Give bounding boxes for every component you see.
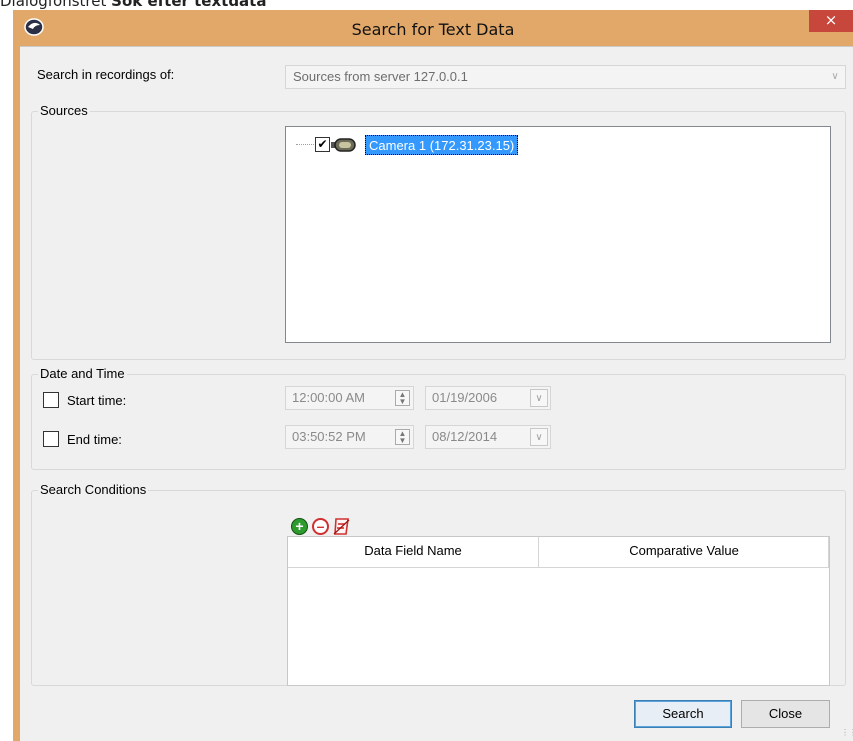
start-date-picker[interactable]: 01/19/2006 ∨: [425, 386, 551, 410]
search-in-label: Search in recordings of:: [37, 67, 175, 82]
close-button[interactable]: Close: [741, 700, 830, 728]
end-time-checkbox[interactable]: [43, 431, 59, 447]
end-time-value: 03:50:52 PM: [292, 429, 366, 444]
start-time-spinner[interactable]: ▲ ▼: [395, 390, 410, 406]
end-time-input[interactable]: 03:50:52 PM ▲ ▼: [285, 425, 414, 449]
tree-item-camera-1-label: Camera 1 (172.31.23.15): [369, 138, 515, 153]
window-title: Search for Text Data: [351, 20, 515, 39]
start-time-label: Start time:: [67, 393, 127, 408]
search-in-value: Sources from server 127.0.0.1: [293, 69, 468, 84]
close-window-button[interactable]: ×: [809, 10, 853, 32]
remove-condition-icon[interactable]: –: [312, 518, 329, 535]
date-time-group-title: Date and Time: [38, 366, 127, 381]
tree-item-camera-1[interactable]: Camera 1 (172.31.23.15): [365, 135, 519, 155]
start-date-dropdown-button[interactable]: ∨: [530, 389, 548, 407]
checkmark-icon: ✔: [317, 137, 328, 151]
column-header-comparative-value[interactable]: Comparative Value: [540, 537, 829, 567]
chevron-down-icon: ∨: [535, 393, 543, 404]
end-date-value: 08/12/2014: [432, 429, 498, 444]
search-in-dropdown[interactable]: Sources from server 127.0.0.1 ∨: [285, 65, 846, 89]
title-bar[interactable]: Search for Text Data ×: [13, 10, 853, 46]
chevron-down-icon: ∨: [535, 432, 543, 443]
tree-connector-line: [296, 144, 314, 145]
spinner-arrows-icon: ▲ ▼: [398, 429, 407, 445]
camera-1-checkbox[interactable]: ✔: [315, 137, 330, 152]
end-time-label: End time:: [67, 432, 122, 447]
resize-grip-icon[interactable]: ⋮⋮: [841, 729, 853, 740]
start-time-checkbox[interactable]: [43, 392, 59, 408]
end-date-picker[interactable]: 08/12/2014 ∨: [425, 425, 551, 449]
chevron-down-icon: ∨: [831, 71, 839, 82]
start-date-value: 01/19/2006: [432, 390, 498, 405]
close-icon: ×: [824, 11, 838, 29]
clear-conditions-icon[interactable]: [333, 517, 351, 536]
search-text-data-dialog: Search for Text Data × Search in recordi…: [13, 10, 853, 741]
column-header-data-field-name[interactable]: Data Field Name: [288, 537, 539, 567]
start-time-value: 12:00:00 AM: [292, 390, 365, 405]
page-caption-prefix: Dialogfönstret: [0, 0, 112, 10]
conditions-grid[interactable]: Data Field Name Comparative Value: [287, 536, 830, 686]
end-date-dropdown-button[interactable]: ∨: [530, 428, 548, 446]
camera-icon: [331, 138, 356, 152]
sources-group-title: Sources: [38, 103, 90, 118]
spinner-arrows-icon: ▲ ▼: [398, 390, 407, 406]
search-conditions-group-title: Search Conditions: [38, 482, 149, 497]
page-caption-bold: Sök efter textdata: [111, 0, 267, 10]
add-condition-icon[interactable]: +: [291, 518, 308, 535]
dialog-body: Search in recordings of: Sources from se…: [20, 46, 853, 741]
start-time-input[interactable]: 12:00:00 AM ▲ ▼: [285, 386, 414, 410]
end-time-spinner[interactable]: ▲ ▼: [395, 429, 410, 445]
grid-header: Data Field Name Comparative Value: [288, 537, 829, 568]
sources-tree[interactable]: ✔ Camera 1 (172.31.23.15): [285, 126, 831, 343]
search-button[interactable]: Search: [634, 700, 732, 728]
